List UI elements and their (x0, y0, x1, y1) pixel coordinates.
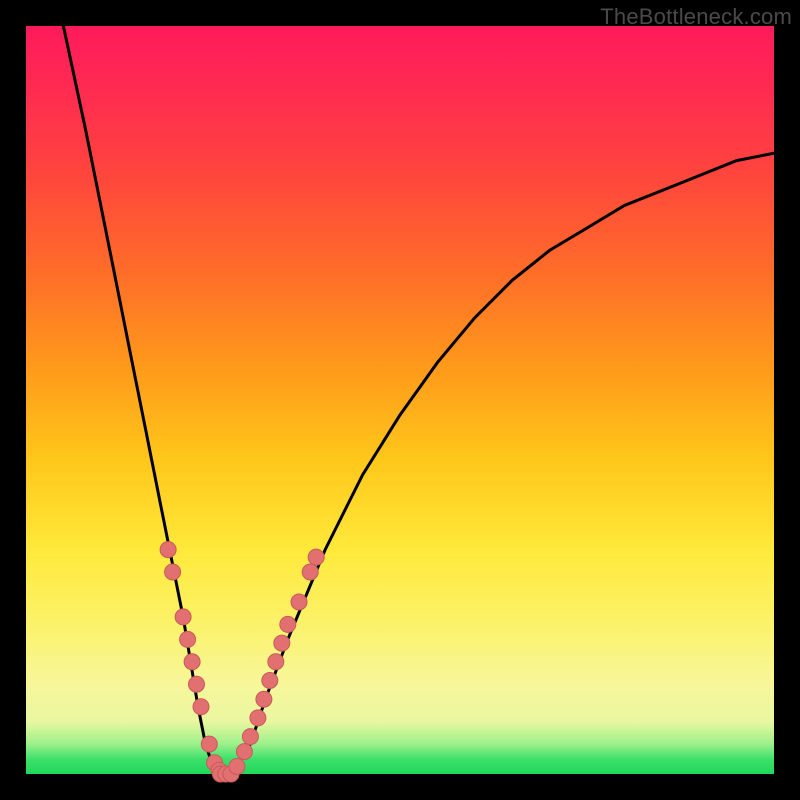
chart-marker (165, 564, 181, 580)
chart-marker (160, 542, 176, 558)
chart-plot-area (26, 26, 774, 774)
chart-marker (302, 564, 318, 580)
chart-svg (26, 26, 774, 774)
chart-marker (256, 691, 272, 707)
bottleneck-curve (63, 26, 774, 774)
chart-marker (280, 616, 296, 632)
chart-marker (175, 609, 191, 625)
chart-marker (180, 631, 196, 647)
chart-marker (242, 729, 258, 745)
chart-marker (193, 699, 209, 715)
chart-frame: TheBottleneck.com (0, 0, 800, 800)
chart-marker (250, 710, 266, 726)
chart-marker (262, 673, 278, 689)
chart-markers (160, 542, 324, 782)
chart-marker (308, 549, 324, 565)
chart-marker (189, 676, 205, 692)
chart-marker (201, 736, 217, 752)
chart-marker (236, 744, 252, 760)
chart-marker (229, 759, 245, 775)
chart-marker (291, 594, 307, 610)
chart-marker (184, 654, 200, 670)
chart-marker (274, 635, 290, 651)
chart-marker (268, 654, 284, 670)
